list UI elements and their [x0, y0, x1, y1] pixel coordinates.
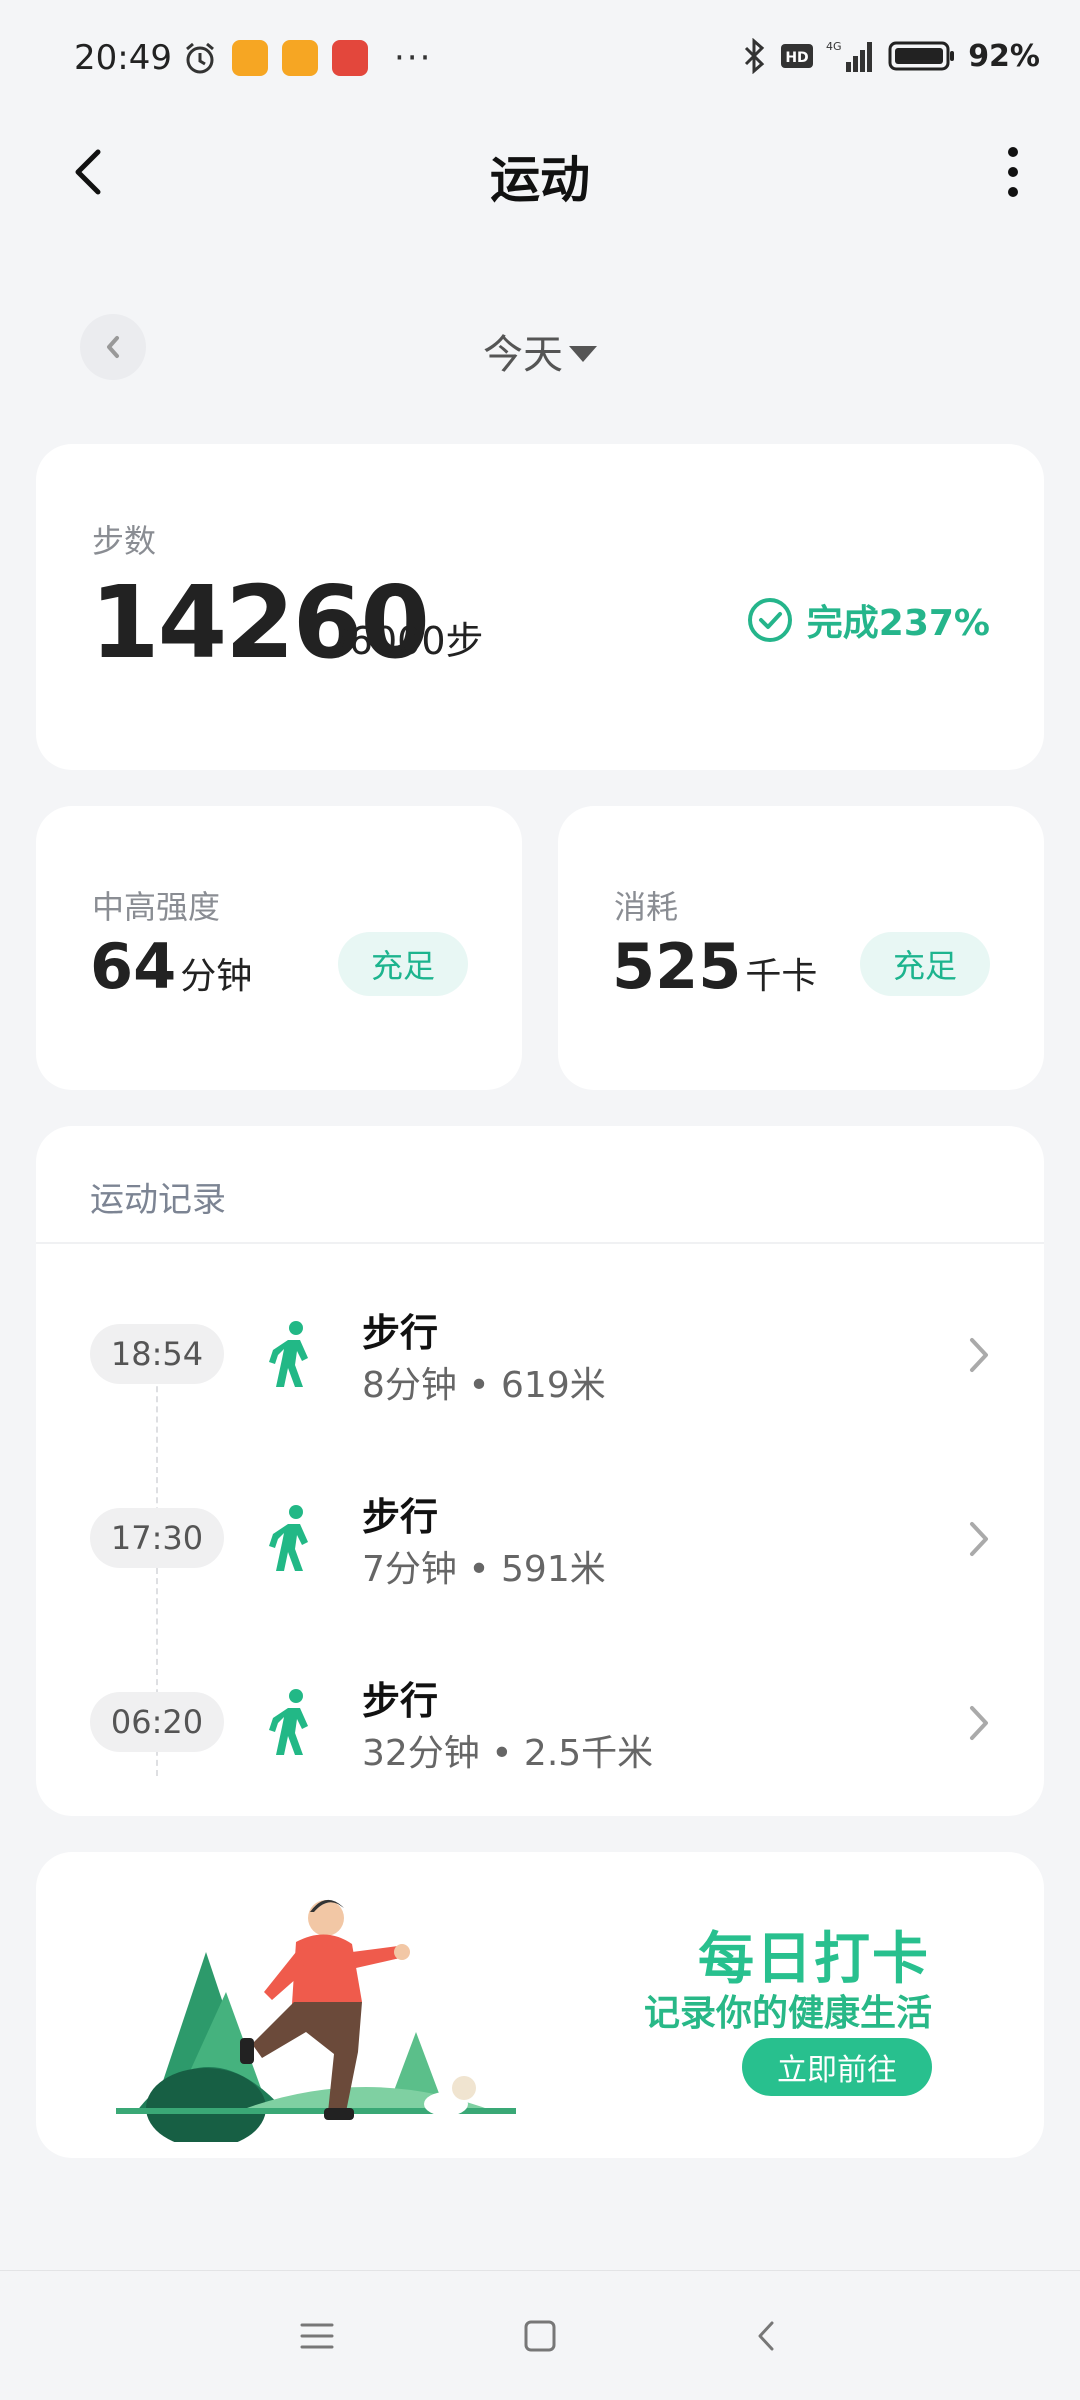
runner-illustration — [116, 1899, 516, 2142]
steps-label: 步数 — [92, 522, 157, 560]
record-time: 17:30 — [90, 1508, 224, 1568]
goal-complete-badge: 完成237% — [747, 594, 990, 646]
record-detail: 8分钟 • 619米 — [362, 1365, 606, 1406]
home-icon[interactable] — [515, 2311, 565, 2361]
intensity-card[interactable]: 中高强度 64 分钟 充足 — [36, 806, 522, 1090]
system-icons: HD 4G 92% — [740, 38, 1040, 74]
go-now-button[interactable]: 立即前往 — [742, 2038, 932, 2096]
calories-value: 525 千卡 — [612, 930, 817, 1003]
steps-goal: /6000步 — [336, 619, 484, 663]
walking-icon — [269, 1505, 308, 1571]
chevron-right-icon — [970, 1522, 988, 1556]
steps-card[interactable]: 步数 14260 /6000步 完成237% — [36, 444, 1044, 770]
goal-complete-text: 完成237% — [806, 603, 990, 644]
alarm-icon — [186, 42, 214, 74]
signal-icon: 4G — [826, 40, 873, 72]
calories-status-badge: 充足 — [860, 932, 990, 996]
record-name: 步行 — [362, 1495, 439, 1539]
notification-icons: ··· — [182, 38, 432, 78]
app-notification-icon — [332, 40, 368, 76]
menu-icon[interactable] — [292, 2311, 342, 2361]
caret-down-icon — [569, 346, 597, 362]
intensity-number: 64 — [90, 930, 177, 1003]
record-item[interactable]: 18:54 步行 8分钟 • 619米 — [36, 1286, 1044, 1436]
record-name: 步行 — [362, 1311, 439, 1355]
chevron-right-icon — [970, 1706, 988, 1740]
system-navigation-bar — [0, 2270, 1080, 2400]
records-title: 运动记录 — [90, 1180, 226, 1220]
walking-icon — [269, 1689, 308, 1755]
record-time: 06:20 — [90, 1692, 224, 1752]
more-notifications-icon: ··· — [394, 38, 433, 78]
status-time: 20:49 — [74, 38, 172, 78]
banner-title: 每日打卡 — [698, 1927, 930, 1992]
date-selector[interactable]: 今天 — [0, 322, 1080, 380]
app-notification-icon — [282, 40, 318, 76]
banner-subtitle: 记录你的健康生活 — [643, 1993, 932, 2034]
hd-icon: HD — [781, 44, 814, 68]
date-label: 今天 — [483, 332, 563, 378]
record-item[interactable]: 06:20 步行 32分钟 • 2.5千米 — [36, 1654, 1044, 1804]
battery-percent: 92% — [968, 38, 1040, 74]
svg-text:HD: HD — [786, 50, 809, 66]
battery-icon — [888, 41, 955, 71]
intensity-unit: 分钟 — [180, 956, 253, 997]
record-item[interactable]: 17:30 步行 7分钟 • 591米 — [36, 1470, 1044, 1620]
bluetooth-icon — [745, 38, 765, 74]
check-circle-icon — [747, 598, 792, 642]
calories-card[interactable]: 消耗 525 千卡 充足 — [558, 806, 1044, 1090]
status-bar: 20:49 ··· HD 4G 92% — [0, 0, 1080, 120]
record-detail: 32分钟 • 2.5千米 — [362, 1733, 654, 1774]
calories-number: 525 — [612, 930, 742, 1003]
record-time: 18:54 — [90, 1324, 224, 1384]
back-icon[interactable] — [742, 2311, 792, 2361]
page-title: 运动 — [490, 151, 590, 209]
app-notification-icon — [232, 40, 268, 76]
daily-checkin-banner[interactable]: 每日打卡 记录你的健康生活 立即前往 — [36, 1852, 1044, 2158]
app-header: 运动 — [0, 120, 1080, 230]
divider — [36, 1242, 1044, 1244]
intensity-label: 中高强度 — [92, 888, 221, 926]
calories-unit: 千卡 — [745, 956, 818, 997]
intensity-value: 64 分钟 — [90, 930, 252, 1003]
more-options-icon[interactable] — [998, 142, 1028, 202]
record-detail: 7分钟 • 591米 — [362, 1549, 606, 1590]
svg-text:4G: 4G — [826, 40, 842, 53]
record-name: 步行 — [362, 1679, 439, 1723]
exercise-records-card: 运动记录 18:54 步行 8分钟 • 619米 17:30 步行 7分钟 • … — [36, 1126, 1044, 1816]
walking-icon — [269, 1321, 308, 1387]
intensity-status-badge: 充足 — [338, 932, 468, 996]
chevron-right-icon — [970, 1338, 988, 1372]
calories-label: 消耗 — [614, 888, 679, 926]
